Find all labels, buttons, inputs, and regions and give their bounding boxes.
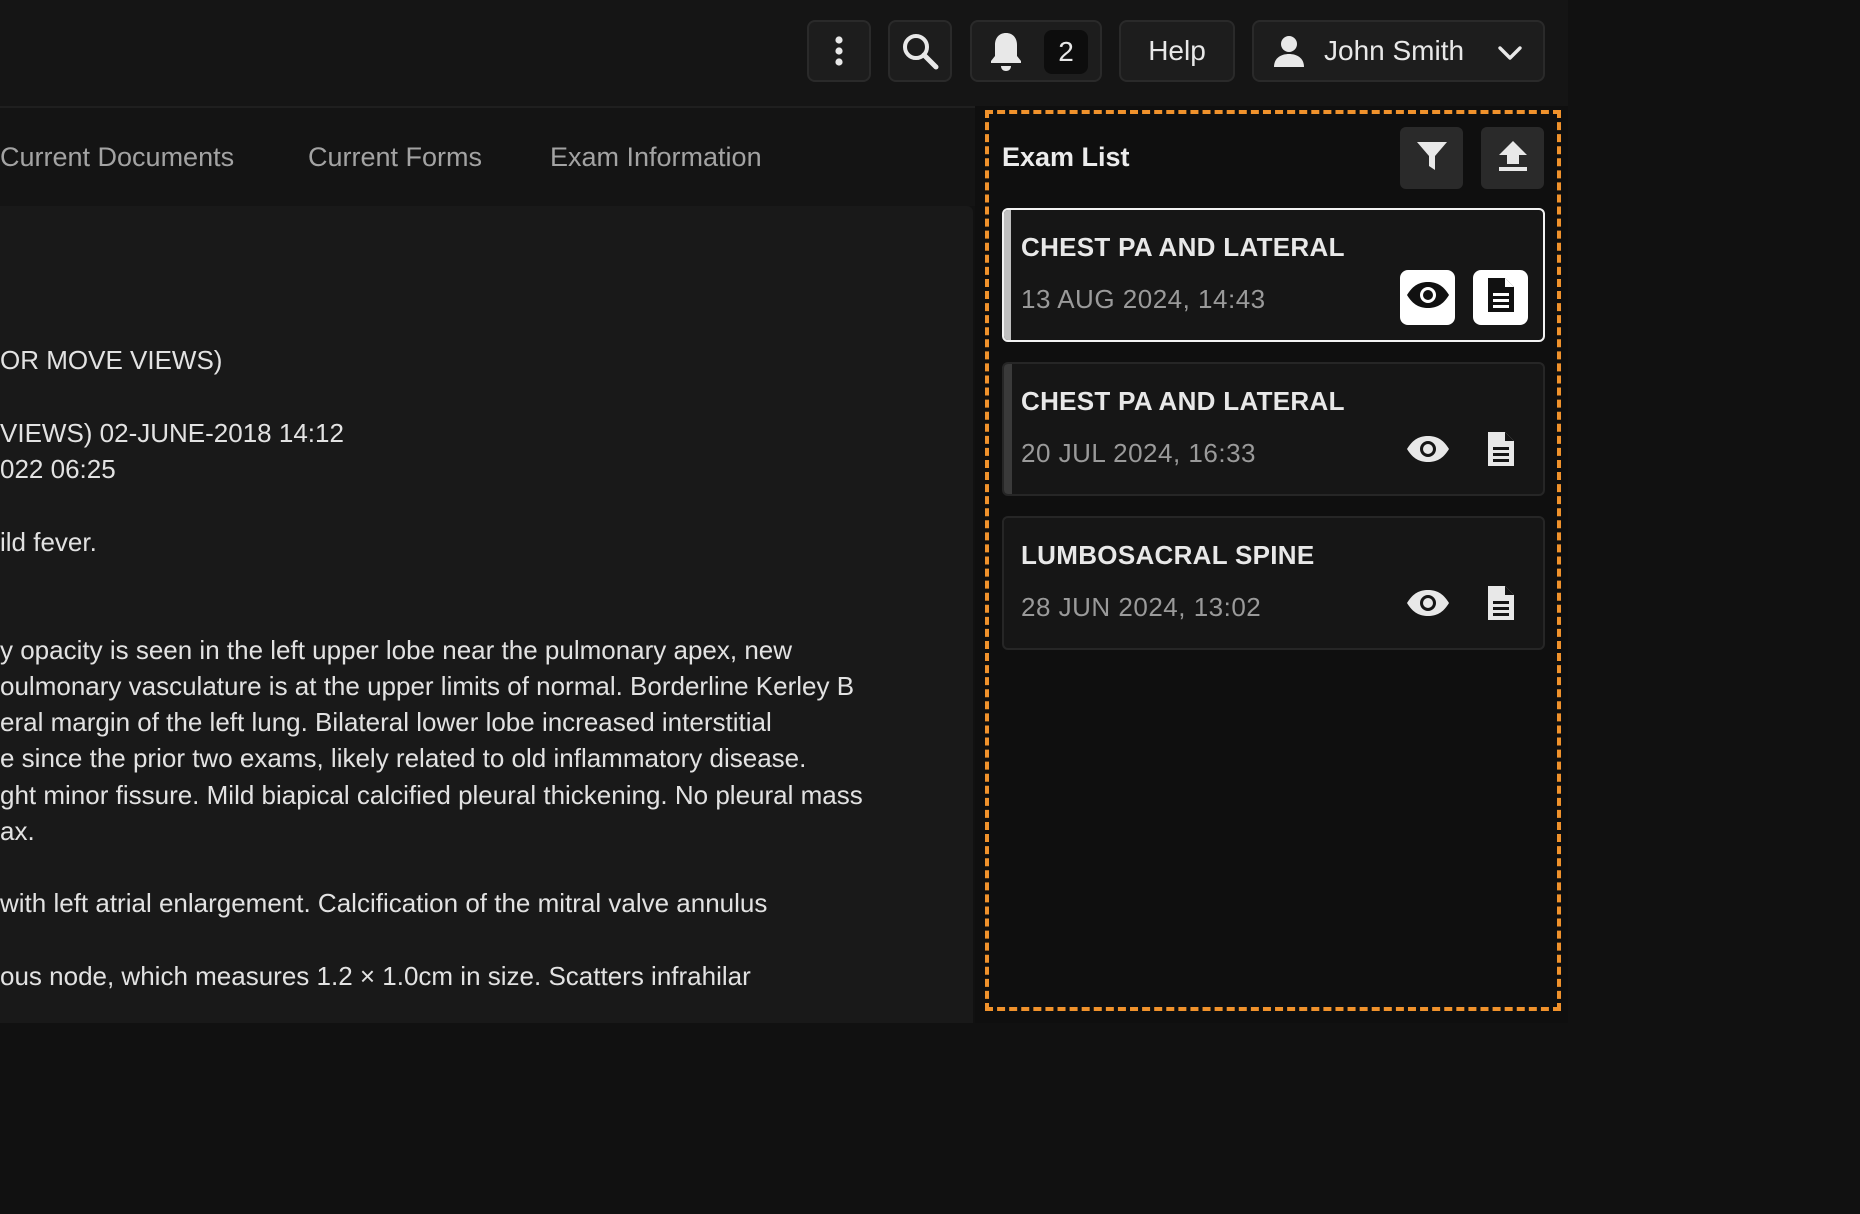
exam-card[interactable]: LUMBOSACRAL SPINE 28 JUN 2024, 13:02 (1002, 516, 1545, 650)
document-text-line: ous node, which measures 1.2 × 1.0cm in … (0, 961, 751, 991)
document-text-line: ax. (0, 816, 35, 846)
document-text-line: eral margin of the left lung. Bilateral … (0, 707, 772, 737)
exam-card[interactable]: CHEST PA AND LATERAL 13 AUG 2024, 14:43 (1002, 208, 1545, 342)
notification-count-badge: 2 (1044, 30, 1088, 74)
tab-current-documents[interactable]: Current Documents (0, 142, 234, 173)
exam-title: CHEST PA AND LATERAL (1021, 232, 1345, 262)
bell-icon (988, 30, 1024, 72)
view-exam-button[interactable] (1400, 578, 1455, 633)
help-button[interactable]: Help (1119, 20, 1235, 82)
document-icon (1486, 276, 1516, 319)
more-vertical-icon (834, 35, 844, 67)
document-text-line: OR MOVE VIEWS) (0, 345, 223, 375)
app-window: 2 Help John Smith Current Documents Curr… (0, 0, 1568, 1023)
exam-date: 13 AUG 2024, 14:43 (1021, 284, 1266, 314)
search-icon (901, 32, 939, 70)
filter-icon (1415, 139, 1449, 178)
exam-title: LUMBOSACRAL SPINE (1021, 540, 1315, 570)
view-report-button[interactable] (1473, 424, 1528, 479)
exam-card[interactable]: CHEST PA AND LATERAL 20 JUL 2024, 16:33 (1002, 362, 1545, 496)
top-bar: 2 Help John Smith (0, 0, 1568, 108)
view-report-button[interactable] (1473, 578, 1528, 633)
exam-list-title: Exam List (1002, 142, 1130, 172)
eye-icon (1405, 280, 1451, 315)
document-text-line: oulmonary vasculature is at the upper li… (0, 671, 855, 701)
selection-indicator (1004, 364, 1012, 494)
document-text-line: VIEWS) 02-JUNE-2018 14:12 (0, 418, 344, 448)
view-exam-button[interactable] (1400, 424, 1455, 479)
document-icon (1486, 430, 1516, 473)
upload-icon (1497, 139, 1529, 178)
upload-button[interactable] (1481, 127, 1544, 189)
document-text-line: ght minor fissure. Mild biapical calcifi… (0, 780, 863, 810)
document-icon (1486, 584, 1516, 627)
more-options-button[interactable] (807, 20, 871, 82)
chevron-down-icon (1497, 40, 1523, 66)
search-button[interactable] (888, 20, 952, 82)
document-text-line: with left atrial enlargement. Calcificat… (0, 888, 768, 918)
exam-date: 28 JUN 2024, 13:02 (1021, 592, 1262, 622)
document-text-line: e since the prior two exams, likely rela… (0, 743, 807, 773)
user-icon (1272, 34, 1306, 68)
selection-indicator (1004, 210, 1011, 340)
notifications-button[interactable]: 2 (970, 20, 1102, 82)
document-text-line: 022 06:25 (0, 454, 116, 484)
document-text-line: ild fever. (0, 527, 97, 557)
exam-title: CHEST PA AND LATERAL (1021, 386, 1345, 416)
tab-current-forms[interactable]: Current Forms (308, 142, 482, 173)
eye-icon (1405, 434, 1451, 469)
eye-icon (1405, 588, 1451, 623)
view-report-button[interactable] (1473, 270, 1528, 325)
filter-button[interactable] (1400, 127, 1463, 189)
tab-exam-information[interactable]: Exam Information (550, 142, 762, 173)
exam-date: 20 JUL 2024, 16:33 (1021, 438, 1256, 468)
document-text-line: y opacity is seen in the left upper lobe… (0, 635, 793, 665)
view-exam-button[interactable] (1400, 270, 1455, 325)
user-menu-button[interactable]: John Smith (1252, 20, 1545, 82)
user-name: John Smith (1324, 35, 1465, 66)
document-tabs: Current Documents Current Forms Exam Inf… (0, 108, 975, 206)
